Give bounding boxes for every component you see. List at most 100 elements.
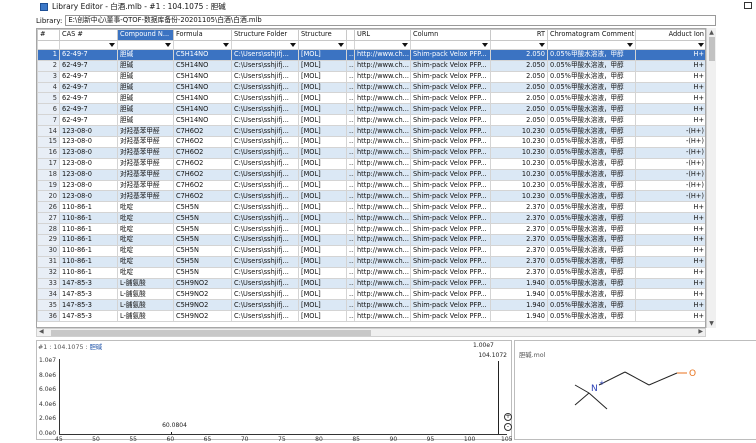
table-cell[interactable]: [MOL] [298,125,347,138]
table-cell[interactable]: 2.050 [490,59,548,72]
table-cell[interactable]: Shim-pack Velox PFP... [410,92,491,105]
table-row[interactable]: 18 123-08-0 对羟基苯甲醛 C7H6O2 C:\Users\sshjifj..… [37,168,705,181]
library-path-field[interactable]: E:\创新中心\董事-QTOF-数据库备份-20201105\白酒\白酒.mlb [65,15,716,26]
table-cell[interactable]: C5H5N [173,212,232,225]
table-cell[interactable]: [MOL] [298,157,347,170]
table-cell[interactable]: ... [346,234,355,246]
table-cell[interactable]: http://www.ch... [354,114,411,127]
column-header[interactable]: Adduct Ion [635,29,705,41]
table-cell[interactable]: http://www.ch... [354,59,411,72]
scroll-right-icon[interactable]: ▶ [698,328,703,335]
table-cell[interactable]: 123-08-0 [59,179,118,192]
table-cell[interactable]: [MOL] [298,70,347,83]
table-cell[interactable]: C7H6O2 [173,157,232,170]
filter-dropdown-icon[interactable] [627,42,633,47]
table-cell[interactable]: 胆碱 [117,103,174,116]
table-cell[interactable]: C5H14NO [173,70,232,83]
table-cell[interactable]: 123-08-0 [59,136,118,148]
table-cell[interactable]: 0.05%甲酸水溶液，甲醇 [547,244,636,257]
table-cell[interactable]: 62-49-7 [59,81,118,94]
table-row[interactable]: 34 147-85-3 L-脯氨酸 C5H9NO2 C:\Users\sshjifj..… [37,288,705,301]
table-cell[interactable]: 110-86-1 [59,266,118,279]
table-row[interactable]: 16 123-08-0 对羟基苯甲醛 C7H6O2 C:\Users\sshjifj..… [37,146,705,159]
row-number-cell[interactable]: 17 [37,157,60,170]
table-cell[interactable]: 2.370 [490,212,548,225]
table-cell[interactable]: C5H14NO [173,48,232,61]
row-number-cell[interactable]: 3 [37,70,60,83]
table-cell[interactable]: 对羟基苯甲醛 [117,168,174,181]
table-cell[interactable]: Shim-pack Velox PFP... [410,48,491,61]
row-number-cell[interactable]: 32 [37,266,60,279]
table-cell[interactable]: H+ [635,266,705,279]
table-cell[interactable]: 62-49-7 [59,114,118,127]
table-cell[interactable]: C5H14NO [173,92,232,105]
table-cell[interactable]: C5H9NO2 [173,288,232,301]
table-cell[interactable]: L-脯氨酸 [117,288,174,301]
table-row[interactable]: 6 62-49-7 胆碱 C5H14NO C:\Users\sshjifj... [MOL… [37,103,705,116]
table-cell[interactable]: 0.05%甲酸水溶液，甲醇 [547,157,636,170]
filter-dropdown-icon[interactable] [698,42,704,47]
table-row[interactable]: 3 62-49-7 胆碱 C5H14NO C:\Users\sshjifj... [MOL… [37,70,705,83]
table-cell[interactable]: 吡啶 [117,244,174,257]
table-cell[interactable]: C5H5N [173,223,232,236]
table-cell[interactable]: 0.05%甲酸水溶液，甲醇 [547,277,636,290]
table-cell[interactable]: H+ [635,277,705,290]
table-cell[interactable]: 0.05%甲酸水溶液，甲醇 [547,146,636,159]
zoom-in-icon[interactable]: + [504,413,512,421]
table-cell[interactable]: [MOL] [298,277,347,290]
table-cell[interactable]: H+ [635,81,705,94]
column-header[interactable]: CAS # [59,29,118,41]
row-number-cell[interactable]: 36 [37,310,60,323]
row-number-cell[interactable]: 30 [37,244,60,257]
table-cell[interactable]: -(H+) [635,179,705,192]
table-row[interactable]: 14 123-08-0 对羟基苯甲醛 C7H6O2 C:\Users\sshjifj..… [37,125,705,138]
table-row[interactable]: 31 110-86-1 吡啶 C5H5N C:\Users\sshjifj... [MOL… [37,255,705,268]
filter-cell[interactable] [37,39,60,50]
table-cell[interactable]: 吡啶 [117,234,174,246]
table-cell[interactable]: 胆碱 [117,92,174,105]
table-cell[interactable]: 1.940 [490,288,548,301]
table-cell[interactable]: 0.05%甲酸水溶液，甲醇 [547,190,636,203]
table-cell[interactable]: C:\Users\sshjifj... [231,190,299,203]
row-number-cell[interactable]: 1 [37,48,60,61]
table-cell[interactable]: [MOL] [298,81,347,94]
table-cell[interactable]: 110-86-1 [59,255,118,268]
table-cell[interactable]: C5H9NO2 [173,277,232,290]
table-row[interactable]: 19 123-08-0 对羟基苯甲醛 C7H6O2 C:\Users\sshjifj..… [37,179,705,192]
table-cell[interactable]: 0.05%甲酸水溶液，甲醇 [547,179,636,192]
table-cell[interactable]: 147-85-3 [59,310,118,323]
row-number-cell[interactable]: 28 [37,223,60,236]
table-cell[interactable]: -(H+) [635,146,705,159]
filter-cell[interactable] [346,39,355,50]
table-cell[interactable]: H+ [635,288,705,301]
table-cell[interactable]: 10.230 [490,190,548,203]
table-cell[interactable]: Shim-pack Velox PFP... [410,266,491,279]
table-cell[interactable]: ... [346,212,355,225]
table-cell[interactable]: [MOL] [298,59,347,72]
table-cell[interactable]: 0.05%甲酸水溶液，甲醇 [547,299,636,312]
table-cell[interactable]: H+ [635,201,705,214]
filter-dropdown-icon[interactable] [290,42,296,47]
row-number-cell[interactable]: 18 [37,168,60,181]
table-cell[interactable]: 0.05%甲酸水溶液，甲醇 [547,114,636,127]
table-cell[interactable]: 0.05%甲酸水溶液，甲醇 [547,92,636,105]
table-cell[interactable]: 吡啶 [117,201,174,214]
table-cell[interactable]: C5H9NO2 [173,299,232,312]
table-cell[interactable]: 2.050 [490,48,548,61]
table-cell[interactable]: Shim-pack Velox PFP... [410,179,491,192]
table-cell[interactable]: H+ [635,212,705,225]
table-cell[interactable]: ... [346,92,355,105]
table-cell[interactable]: C5H5N [173,201,232,214]
table-cell[interactable]: H+ [635,310,705,323]
filter-cell[interactable] [59,39,118,50]
table-cell[interactable]: http://www.ch... [354,168,411,181]
table-cell[interactable]: C5H5N [173,234,232,246]
table-cell[interactable]: http://www.ch... [354,157,411,170]
table-cell[interactable]: 胆碱 [117,59,174,72]
table-row[interactable]: 32 110-86-1 吡啶 C5H5N C:\Users\sshjifj... [MOL… [37,266,705,279]
table-cell[interactable]: C5H14NO [173,103,232,116]
table-cell[interactable]: http://www.ch... [354,103,411,116]
table-cell[interactable]: 2.050 [490,81,548,94]
table-cell[interactable]: http://www.ch... [354,223,411,236]
table-cell[interactable]: ... [346,125,355,138]
